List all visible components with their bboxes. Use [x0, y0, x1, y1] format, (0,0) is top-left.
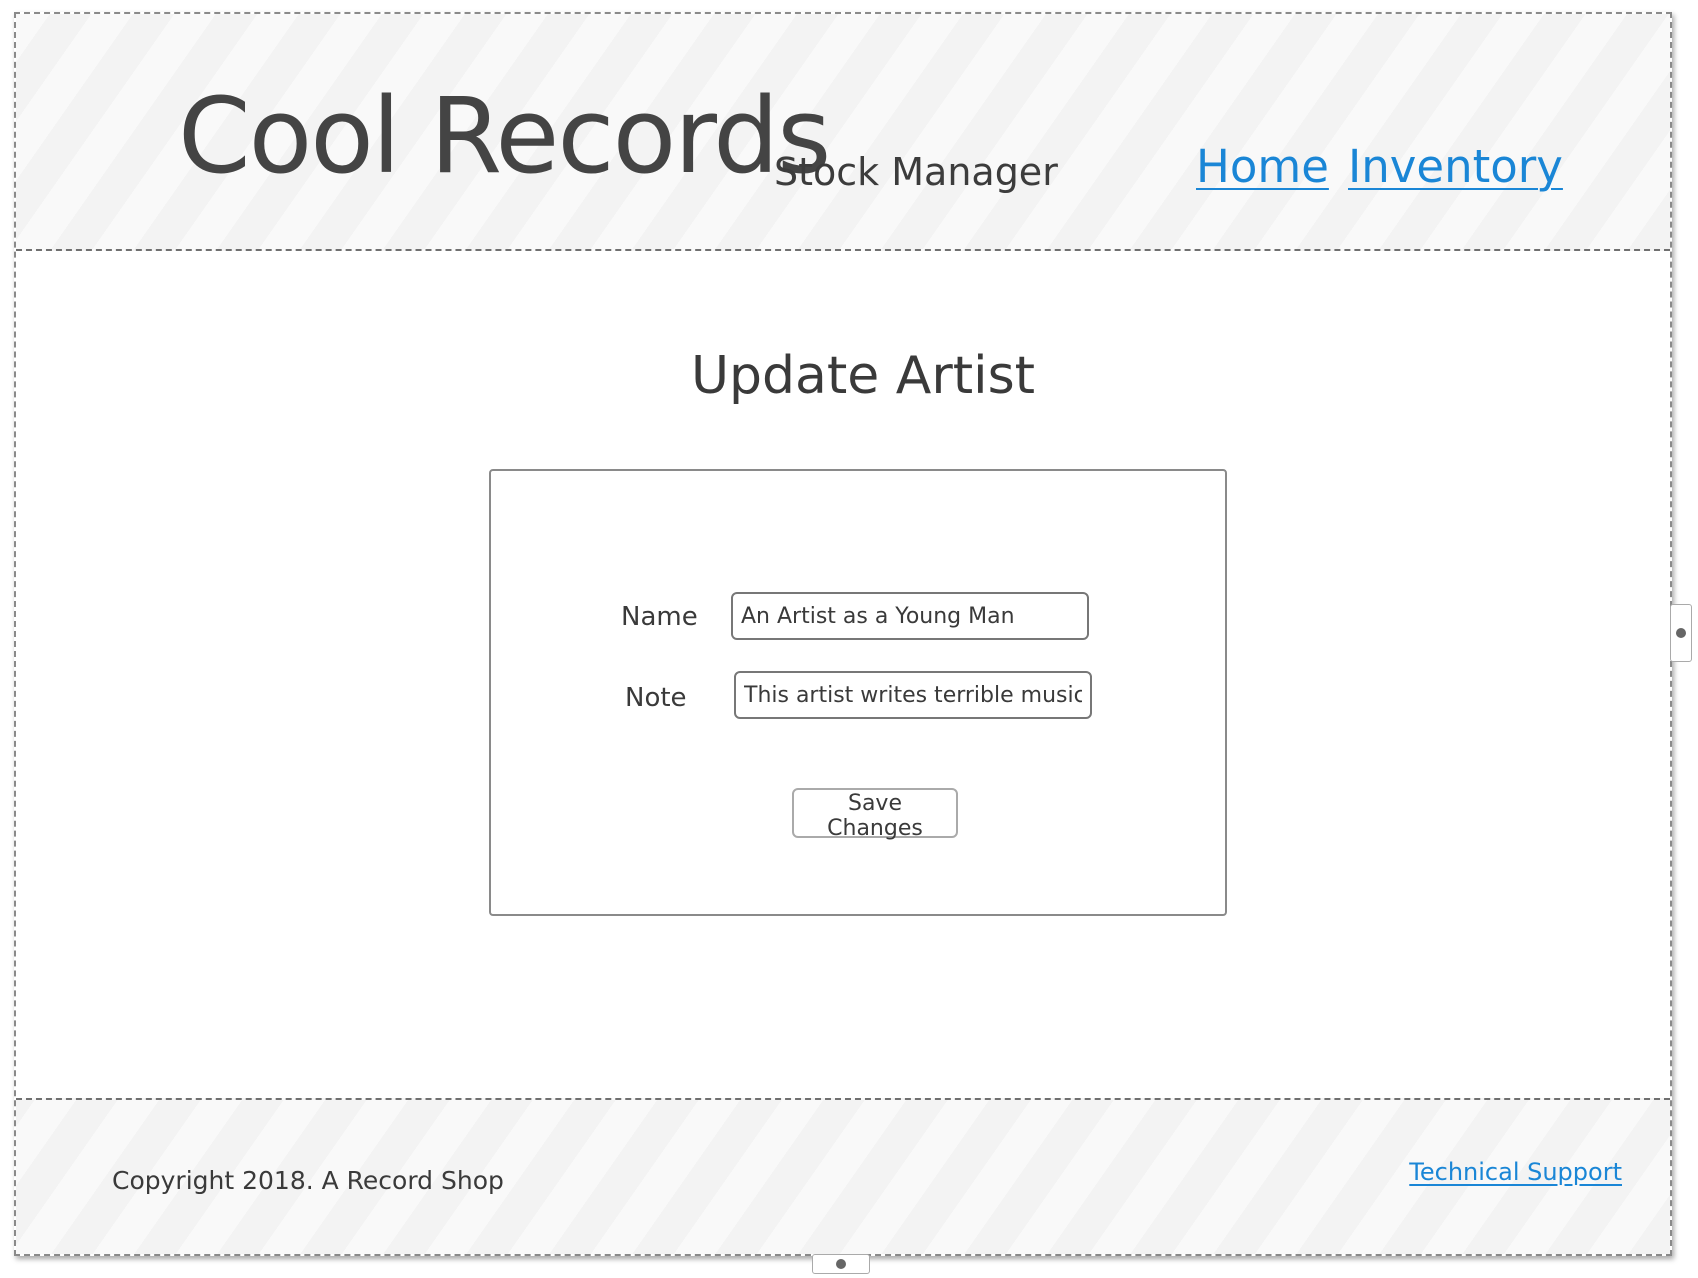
save-changes-button[interactable]: Save Changes: [792, 788, 958, 841]
update-artist-form: Name Note Save Changes: [489, 469, 1227, 916]
technical-support-link[interactable]: Technical Support: [1409, 1158, 1622, 1186]
nav-home-link[interactable]: Home: [1196, 140, 1329, 193]
handle-dot-icon: [1676, 628, 1686, 638]
note-label: Note: [625, 683, 687, 713]
brand-subtitle: Stock Manager: [774, 150, 1058, 194]
site-header: Cool Records Stock Manager Home Inventor…: [16, 14, 1670, 251]
nav-inventory-link[interactable]: Inventory: [1348, 140, 1563, 193]
resize-handle-right[interactable]: [1670, 604, 1692, 662]
name-label: Name: [621, 602, 698, 632]
copyright-text: Copyright 2018. A Record Shop: [112, 1166, 504, 1195]
handle-dot-icon: [836, 1259, 846, 1269]
note-input[interactable]: [734, 671, 1092, 719]
resize-handle-bottom[interactable]: [812, 1254, 870, 1274]
brand-title: Cool Records: [178, 75, 831, 197]
page-frame: Cool Records Stock Manager Home Inventor…: [14, 12, 1672, 1256]
site-footer: Copyright 2018. A Record Shop Technical …: [16, 1098, 1670, 1254]
name-input[interactable]: [731, 592, 1089, 640]
page-title: Update Artist: [690, 346, 1036, 406]
